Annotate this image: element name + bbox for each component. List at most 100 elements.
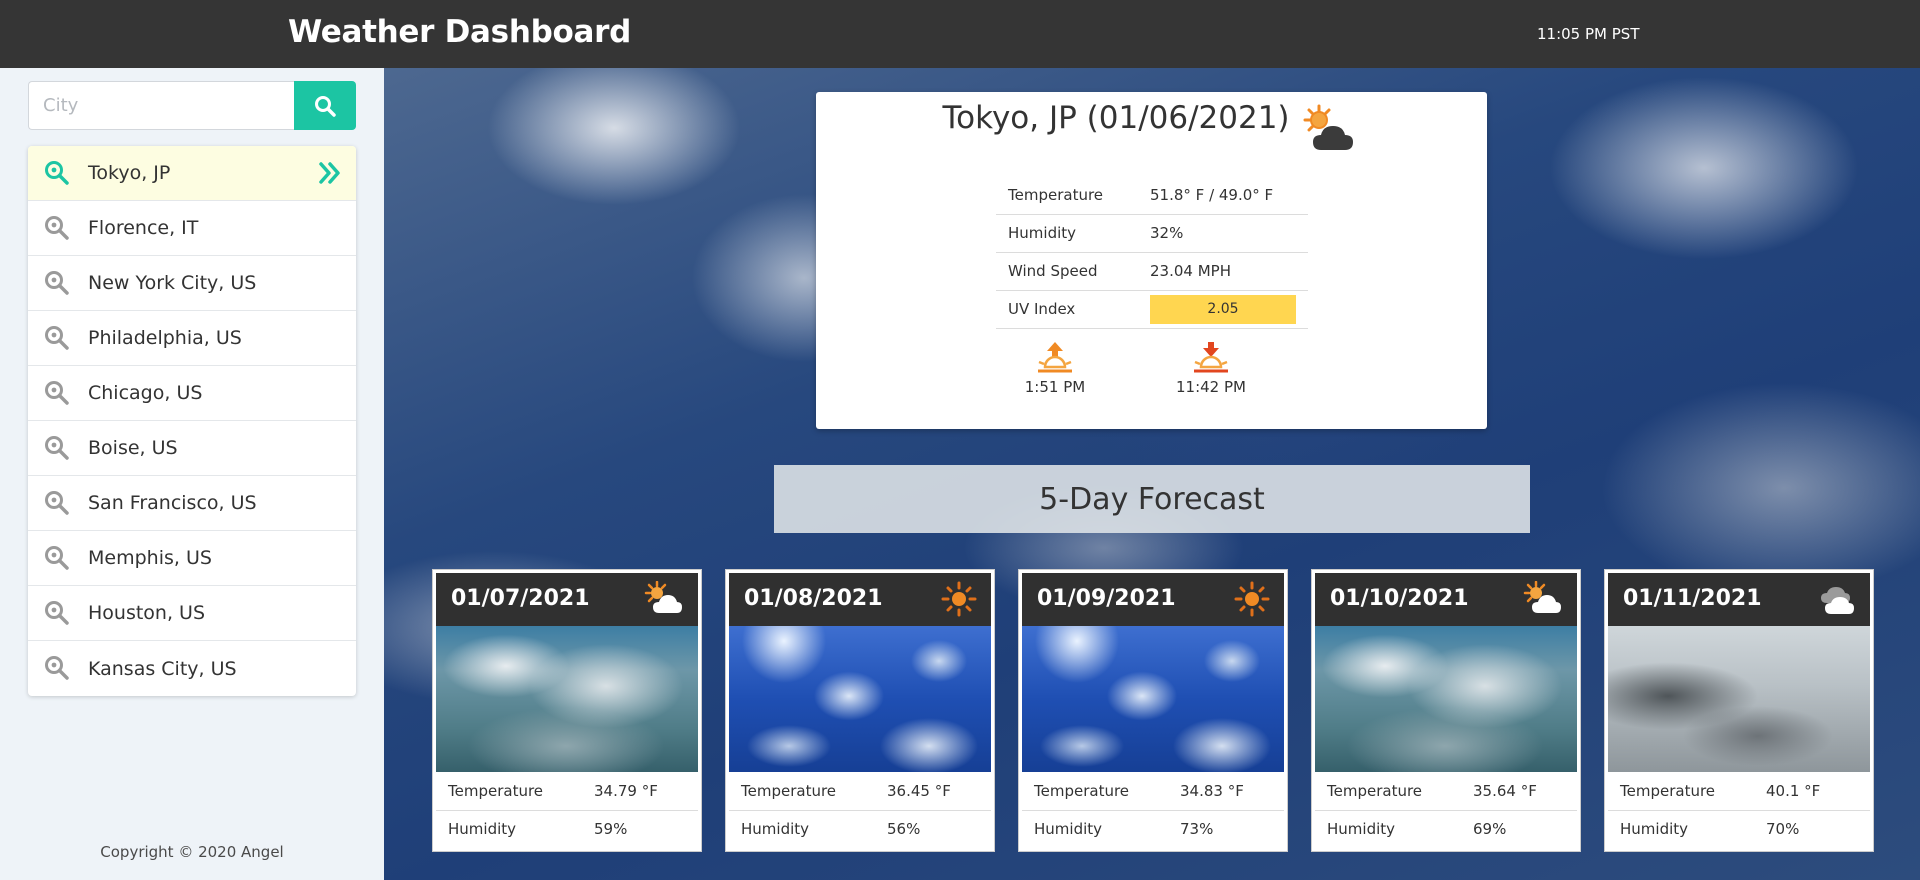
city-item-san-francisco[interactable]: San Francisco, US: [28, 476, 356, 531]
humidity-label: Humidity: [448, 820, 517, 839]
temperature-label: Temperature: [436, 772, 582, 811]
detail-label: Temperature: [996, 176, 1138, 215]
detail-row-uv-index: UV Index 2.05: [996, 290, 1308, 329]
temperature-value: 40.1 °F: [1754, 772, 1870, 811]
forecast-photo: [436, 626, 698, 772]
forecast-card: 01/09/2021 Temperature 34.83 °F Humidity: [1018, 569, 1288, 852]
city-label: Boise, US: [88, 437, 178, 459]
temperature-label: Temperature: [1315, 772, 1461, 811]
forecast-card-header: 01/08/2021: [729, 573, 991, 626]
city-label: Florence, IT: [88, 217, 199, 239]
city-item-tokyo[interactable]: Tokyo, JP: [28, 146, 356, 201]
search-location-icon: [45, 326, 69, 350]
partly-cloudy-icon: [644, 581, 682, 613]
humidity-value: 69%: [1473, 820, 1507, 839]
detail-value: 51.8° F / 49.0° F: [1138, 176, 1308, 215]
temperature-value: 35.64 °F: [1461, 772, 1577, 811]
detail-label: UV Index: [996, 290, 1138, 329]
city-search-form: [28, 81, 356, 130]
forecast-date: 01/08/2021: [744, 586, 883, 611]
double-chevron-right-icon: [319, 162, 340, 184]
search-location-icon: [45, 216, 69, 240]
forecast-card: 01/10/2021 Temperature 35.64 °F Humidity…: [1311, 569, 1581, 852]
temperature-value: 34.83 °F: [1168, 772, 1284, 811]
current-details-table: Temperature 51.8° F / 49.0° F Humidity 3…: [996, 176, 1308, 329]
forecast-date: 01/10/2021: [1330, 586, 1469, 611]
city-item-kansas-city[interactable]: Kansas City, US: [28, 641, 356, 696]
city-item-houston[interactable]: Houston, US: [28, 586, 356, 641]
forecast-photo: [1022, 626, 1284, 772]
temperature-label: Temperature: [1022, 772, 1168, 811]
city-item-boise[interactable]: Boise, US: [28, 421, 356, 476]
forecast-row: 01/07/2021 Temperature 34.79 °F Humidity…: [432, 569, 1874, 852]
sun-icon: [941, 581, 977, 617]
city-item-florence[interactable]: Florence, IT: [28, 201, 356, 256]
partly-cloudy-icon: [1523, 581, 1561, 613]
forecast-card: 01/11/2021 Temperature 40.1 °F Humidity …: [1604, 569, 1874, 852]
forecast-photo: [729, 626, 991, 772]
forecast-heading: 5-Day Forecast: [774, 465, 1530, 533]
forecast-details: Temperature 36.45 °F Humidity 56%: [729, 772, 991, 848]
sunset-time: 11:42 PM: [1176, 378, 1246, 396]
temperature-label: Temperature: [729, 772, 875, 811]
city-item-chicago[interactable]: Chicago, US: [28, 366, 356, 421]
main-content: Tokyo, JP (01/06/2021) Temperature 51.8°…: [384, 68, 1920, 880]
search-location-icon: [45, 436, 69, 460]
forecast-card-header: 01/07/2021: [436, 573, 698, 626]
city-label: Memphis, US: [88, 547, 212, 569]
sidebar: Tokyo, JP Florence, IT New York City, US: [0, 68, 384, 880]
forecast-card: 01/07/2021 Temperature 34.79 °F Humidity…: [432, 569, 702, 852]
search-location-icon: [45, 656, 69, 680]
temperature-value: 34.79 °F: [582, 772, 698, 811]
search-location-icon: [45, 601, 69, 625]
city-item-new-york[interactable]: New York City, US: [28, 256, 356, 311]
temperature-label: Temperature: [1608, 772, 1754, 811]
city-label: Tokyo, JP: [88, 162, 171, 184]
city-label: New York City, US: [88, 272, 257, 294]
cloudy-icon: [1821, 587, 1854, 614]
sunrise-icon: [1038, 342, 1072, 373]
current-city-title: Tokyo, JP (01/06/2021): [942, 100, 1290, 136]
current-time: 11:05 PM PST: [1537, 25, 1640, 43]
forecast-photo: [1608, 626, 1870, 772]
search-location-icon: [45, 271, 69, 295]
humidity-value: 59%: [594, 820, 628, 839]
city-item-memphis[interactable]: Memphis, US: [28, 531, 356, 586]
humidity-label: Humidity: [1620, 820, 1689, 839]
sunrise-time: 1:51 PM: [1024, 378, 1086, 396]
sunrise-block: 1:51 PM: [1005, 340, 1105, 396]
forecast-photo: [1315, 626, 1577, 772]
forecast-details: Temperature 34.83 °F Humidity 73%: [1022, 772, 1284, 848]
search-history-list: Tokyo, JP Florence, IT New York City, US: [28, 146, 356, 696]
city-label: Kansas City, US: [88, 657, 237, 680]
forecast-card-header: 01/10/2021: [1315, 573, 1577, 626]
search-button[interactable]: [294, 81, 356, 130]
humidity-label: Humidity: [1034, 820, 1103, 839]
city-label: Chicago, US: [88, 382, 203, 404]
detail-value: 23.04 MPH: [1138, 252, 1308, 291]
search-location-icon: [45, 491, 69, 515]
detail-row-temperature: Temperature 51.8° F / 49.0° F: [996, 176, 1308, 215]
detail-label: Wind Speed: [996, 252, 1138, 291]
detail-row-wind-speed: Wind Speed 23.04 MPH: [996, 252, 1308, 291]
city-label: Houston, US: [88, 602, 206, 624]
detail-label: Humidity: [996, 214, 1138, 253]
detail-value: 32%: [1138, 214, 1308, 253]
forecast-card-header: 01/11/2021: [1608, 573, 1870, 626]
copyright-text: Copyright © 2020 Angel: [100, 843, 284, 861]
forecast-card: 01/08/2021 Temperature 36.45 °F Humidity: [725, 569, 995, 852]
current-weather-card: Tokyo, JP (01/06/2021) Temperature 51.8°…: [816, 92, 1487, 429]
sunset-block: 11:42 PM: [1161, 340, 1261, 396]
humidity-value: 70%: [1766, 820, 1800, 839]
detail-row-humidity: Humidity 32%: [996, 214, 1308, 253]
city-item-philadelphia[interactable]: Philadelphia, US: [28, 311, 356, 366]
app-header: Weather Dashboard 11:05 PM PST: [0, 0, 1920, 68]
search-location-icon: [45, 161, 69, 185]
sunset-icon: [1194, 342, 1228, 373]
forecast-date: 01/11/2021: [1623, 586, 1762, 611]
app-title: Weather Dashboard: [288, 14, 631, 50]
humidity-value: 73%: [1180, 820, 1214, 839]
uv-cell: 2.05: [1138, 290, 1308, 329]
city-search-input[interactable]: [28, 81, 294, 130]
humidity-value: 56%: [887, 820, 921, 839]
